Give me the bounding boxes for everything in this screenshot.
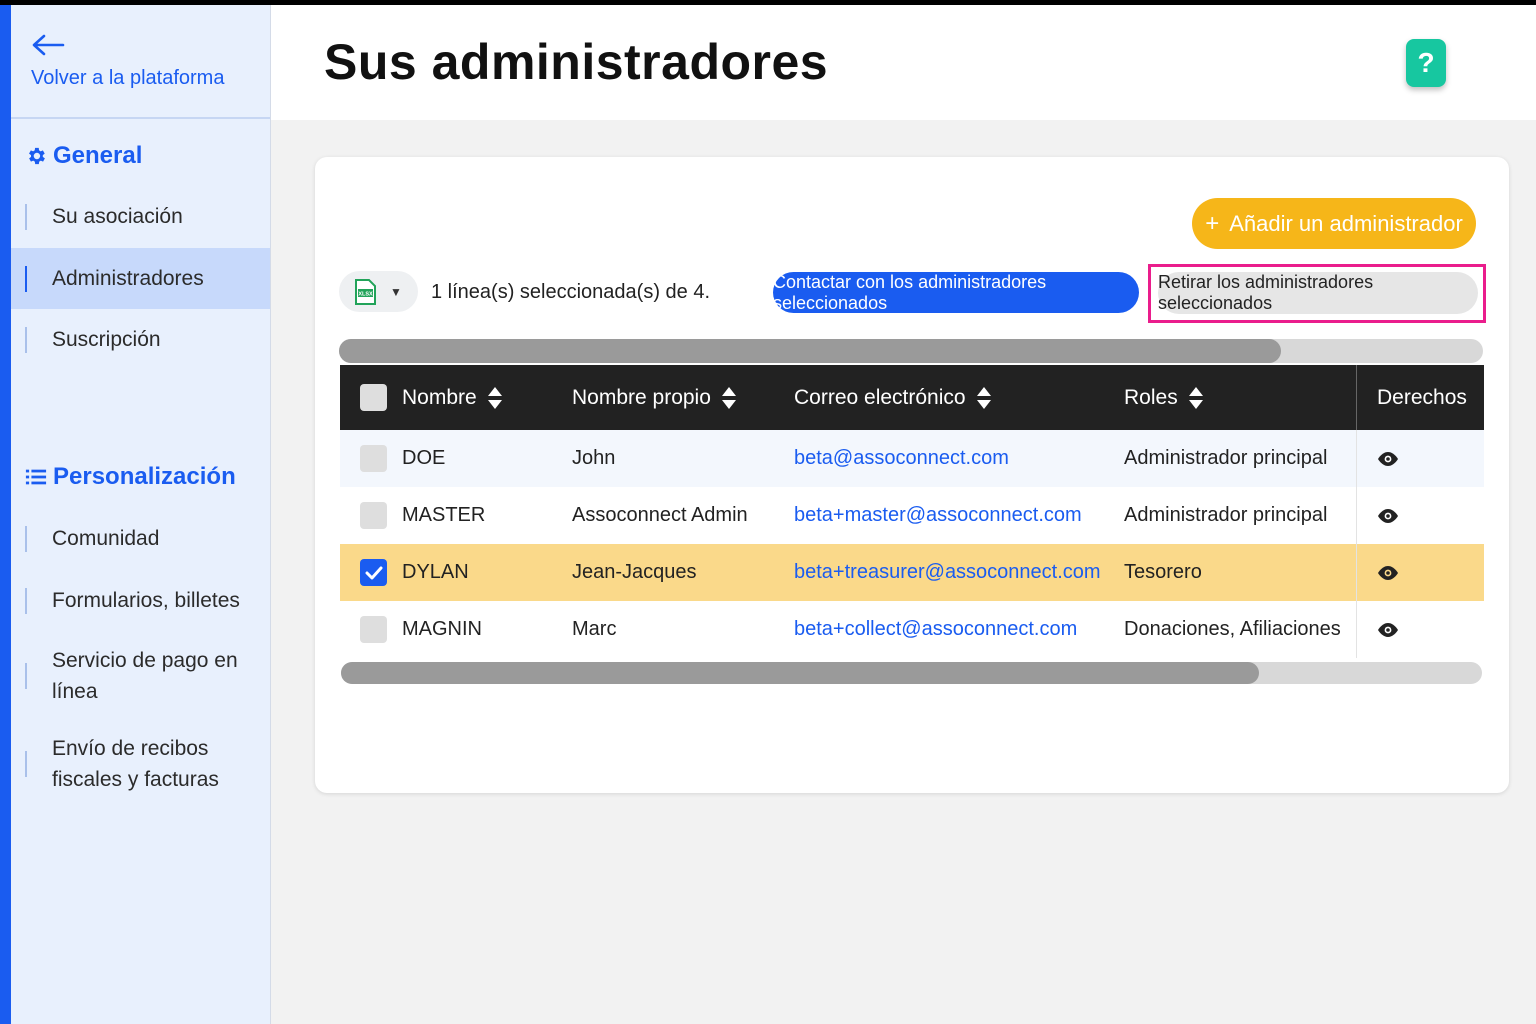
eye-icon	[1378, 508, 1398, 523]
column-label: Nombre	[402, 385, 477, 409]
column-header-correo[interactable]: Correo electrónico	[794, 365, 992, 430]
cell-roles: Administrador principal	[1124, 447, 1328, 469]
page-title: Sus administradores	[324, 34, 829, 90]
eye-icon	[1378, 451, 1398, 466]
sidebar-item-label: Comunidad	[52, 527, 160, 550]
sidebar-item-label: Formularios, billetes	[52, 589, 240, 612]
email-link[interactable]: beta+treasurer@assoconnect.com	[794, 544, 1101, 601]
view-rights-button[interactable]	[1356, 544, 1399, 601]
table-header: Nombre Nombre propio Correo electrónico …	[340, 365, 1484, 430]
cell-nombre-propio: Jean-Jacques	[572, 561, 697, 583]
view-rights-button[interactable]	[1356, 487, 1399, 544]
scrollbar-thumb[interactable]	[341, 662, 1259, 684]
sidebar-item-envio-recibos[interactable]: Envío de recibos fiscales y facturas	[11, 720, 270, 808]
row-checkbox[interactable]	[360, 502, 387, 529]
scrollbar-thumb[interactable]	[339, 339, 1281, 363]
svg-text:XLSX: XLSX	[358, 291, 373, 297]
page-header: Sus administradores ?	[271, 5, 1536, 120]
sidebar-item-label: Suscripción	[52, 328, 161, 351]
column-header-nombre-propio[interactable]: Nombre propio	[572, 365, 737, 430]
eye-icon	[1378, 565, 1398, 580]
add-administrator-label: Añadir un administrador	[1229, 210, 1463, 236]
row-checkbox[interactable]	[360, 616, 387, 643]
row-checkbox[interactable]	[360, 559, 387, 586]
back-label: Volver a la plataforma	[31, 67, 225, 89]
sort-icon	[721, 386, 736, 409]
sidebar-item-label: Administradores	[52, 266, 204, 290]
column-label: Roles	[1124, 385, 1178, 409]
cell-nombre-propio: John	[572, 447, 616, 469]
remove-selected-button[interactable]: Retirar los administradores seleccionado…	[1158, 272, 1478, 314]
section-personalizacion: Personalización	[11, 460, 270, 494]
table-row[interactable]: DYLAN Jean-Jacques beta+treasurer@assoco…	[340, 544, 1484, 601]
section-personalizacion-title: Personalización	[53, 463, 236, 490]
back-arrow-icon	[32, 34, 65, 56]
cell-nombre: MASTER	[402, 504, 486, 526]
cell-roles: Administrador principal	[1124, 504, 1328, 526]
administrators-card: + Añadir un administrador XLSX ▼ 1 línea…	[315, 157, 1509, 793]
select-all-checkbox[interactable]	[360, 384, 387, 411]
table-row[interactable]: MASTER Assoconnect Admin beta+master@ass…	[340, 487, 1484, 544]
cell-nombre-propio: Assoconnect Admin	[572, 504, 748, 526]
sidebar-item-comunidad[interactable]: Comunidad	[11, 508, 270, 570]
cell-nombre: MAGNIN	[402, 618, 482, 640]
column-header-derechos: Derechos	[1356, 365, 1484, 430]
checkmark-icon	[365, 566, 383, 580]
table-row[interactable]: DOE John beta@assoconnect.com Administra…	[340, 430, 1484, 487]
sidebar-item-label: Su asociación	[52, 205, 183, 228]
bottom-horizontal-scrollbar[interactable]	[341, 662, 1482, 684]
help-button[interactable]: ?	[1406, 39, 1446, 87]
view-rights-button[interactable]	[1356, 601, 1399, 658]
section-general: General	[11, 139, 270, 173]
row-checkbox[interactable]	[360, 445, 387, 472]
export-dropdown[interactable]: XLSX ▼	[339, 271, 418, 312]
sidebar-item-label: Envío de recibos fiscales y facturas	[52, 737, 219, 791]
sidebar-item-servicio-pago[interactable]: Servicio de pago en línea	[11, 632, 270, 720]
email-link[interactable]: beta+master@assoconnect.com	[794, 487, 1082, 544]
email-link[interactable]: beta@assoconnect.com	[794, 430, 1009, 487]
contact-selected-button[interactable]: Contactar con los administradores selecc…	[773, 272, 1139, 313]
top-horizontal-scrollbar[interactable]	[339, 339, 1483, 363]
column-label: Derechos	[1377, 385, 1467, 409]
sidebar-item-su-asociacion[interactable]: Su asociación	[11, 186, 270, 248]
section-general-title: General	[53, 142, 143, 169]
sort-icon	[1188, 386, 1203, 409]
cell-nombre: DOE	[402, 447, 446, 469]
list-icon	[25, 469, 47, 485]
sidebar-item-formularios[interactable]: Formularios, billetes	[11, 570, 270, 632]
administrators-table: Nombre Nombre propio Correo electrónico …	[340, 365, 1484, 658]
cell-roles: Donaciones, Afiliaciones	[1124, 618, 1341, 640]
eye-icon	[1378, 622, 1398, 637]
cell-nombre: DYLAN	[402, 561, 469, 583]
cell-roles: Tesorero	[1124, 561, 1202, 583]
column-label: Nombre propio	[572, 385, 711, 409]
chevron-down-icon: ▼	[390, 284, 402, 299]
column-header-nombre[interactable]: Nombre	[402, 365, 503, 430]
sort-icon	[976, 386, 991, 409]
gear-icon	[29, 147, 45, 165]
xlsx-file-icon: XLSX	[355, 278, 376, 305]
plus-icon: +	[1205, 209, 1220, 237]
back-to-platform-link[interactable]: Volver a la plataforma	[11, 5, 270, 119]
sidebar-item-label: Servicio de pago en línea	[52, 649, 238, 703]
view-rights-button[interactable]	[1356, 430, 1399, 487]
add-administrator-button[interactable]: + Añadir un administrador	[1192, 198, 1476, 249]
cell-nombre-propio: Marc	[572, 618, 617, 640]
remove-selected-highlight: Retirar los administradores seleccionado…	[1148, 264, 1486, 323]
table-row[interactable]: MAGNIN Marc beta+collect@assoconnect.com…	[340, 601, 1484, 658]
column-label: Correo electrónico	[794, 385, 966, 409]
column-header-roles[interactable]: Roles	[1124, 365, 1204, 430]
sidebar-item-administradores[interactable]: Administradores	[11, 248, 270, 309]
email-link[interactable]: beta+collect@assoconnect.com	[794, 601, 1077, 658]
selection-count: 1 línea(s) seleccionada(s) de 4.	[431, 281, 711, 303]
sidebar-item-suscripcion[interactable]: Suscripción	[11, 309, 270, 371]
sort-icon	[487, 386, 502, 409]
sidebar: Volver a la plataforma General Su asocia…	[0, 5, 271, 1024]
question-mark-icon: ?	[1417, 47, 1435, 78]
